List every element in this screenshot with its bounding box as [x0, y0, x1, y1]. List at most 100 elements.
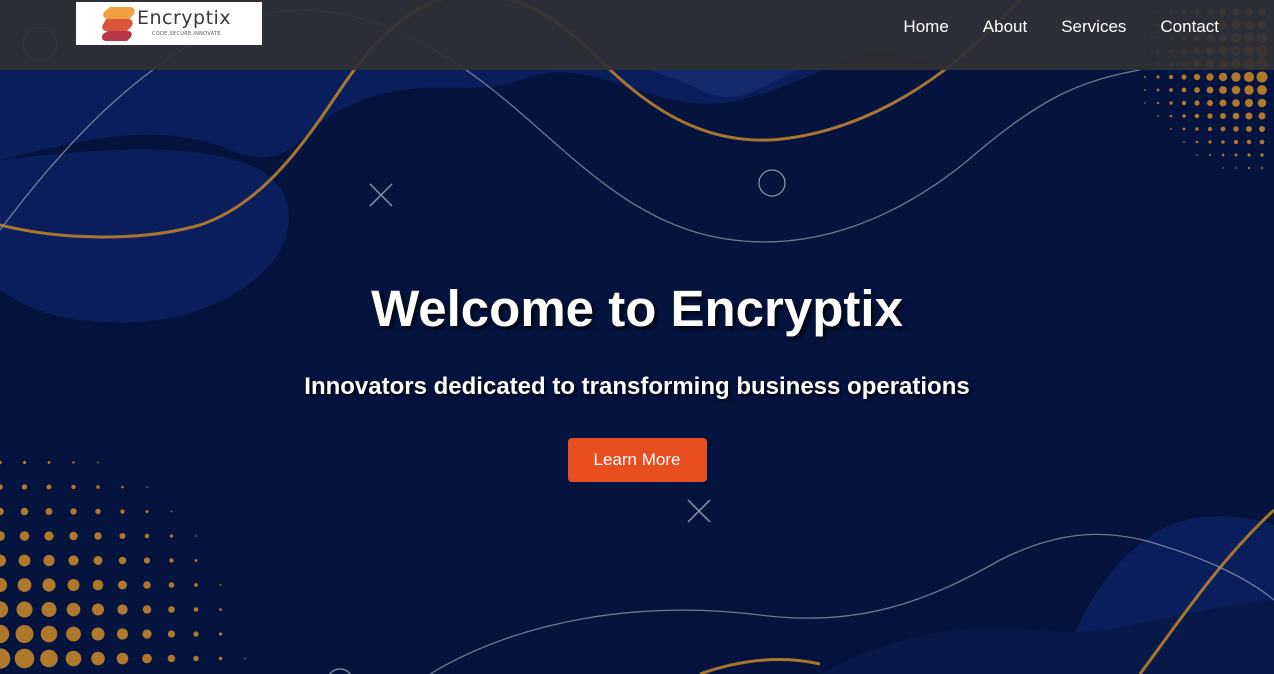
halftone-dot	[193, 607, 199, 612]
halftone-dot	[40, 625, 58, 643]
halftone-dot	[144, 533, 150, 539]
halftone-dot	[69, 531, 78, 541]
halftone-dot	[71, 484, 76, 490]
halftone-dot	[118, 556, 127, 565]
halftone-dot	[1247, 153, 1251, 157]
halftone-dot	[1233, 126, 1239, 132]
halftone-dot	[1232, 112, 1240, 120]
halftone-dot	[1235, 167, 1237, 169]
halftone-dot	[21, 484, 28, 490]
halftone-dot	[1221, 140, 1225, 144]
halftone-dot	[145, 510, 149, 513]
halftone-dot	[40, 649, 58, 668]
halftone-dot	[1169, 101, 1173, 105]
halftone-dot	[95, 508, 101, 515]
halftone-dot	[142, 653, 152, 664]
halftone-dot	[70, 508, 77, 515]
halftone-dot	[1257, 98, 1267, 108]
halftone-dot	[169, 558, 174, 563]
halftone-dot	[1209, 154, 1211, 156]
halftone-dot	[168, 582, 175, 588]
halftone-dot	[119, 533, 126, 539]
navbar: Encryptix CODE.SECURE.INNOVATE Home Abou…	[0, 0, 1274, 70]
halftone-dot	[1234, 153, 1238, 157]
halftone-dot	[41, 602, 57, 617]
halftone-dot	[1218, 72, 1228, 82]
halftone-dot	[1219, 99, 1227, 107]
halftone-dot	[117, 604, 128, 615]
halftone-dot	[1243, 71, 1255, 83]
halftone-dot	[1169, 88, 1173, 92]
halftone-dot	[116, 652, 129, 665]
halftone-dot	[94, 532, 102, 540]
halftone-dot	[1156, 88, 1160, 92]
halftone-dot	[20, 507, 29, 516]
halftone-dot	[193, 631, 199, 637]
halftone-dot	[14, 648, 35, 669]
halftone-dot	[170, 510, 173, 513]
halftone-dot	[15, 625, 34, 643]
halftone-dot	[1168, 74, 1174, 80]
halftone-dot	[42, 578, 56, 592]
halftone-dot	[1207, 126, 1213, 132]
halftone-dot	[1246, 126, 1252, 132]
halftone-dot	[92, 579, 104, 591]
halftone-dot	[1260, 153, 1264, 157]
halftone-dot	[1231, 72, 1241, 82]
halftone-dot	[1261, 167, 1263, 169]
halftone-dot	[1144, 89, 1146, 91]
halftone-dot	[43, 554, 55, 567]
halftone-dot	[66, 602, 81, 617]
halftone-dot	[244, 657, 246, 660]
halftone-dot	[91, 627, 105, 641]
halftone-dot	[65, 650, 82, 667]
halftone-dot	[1182, 114, 1186, 118]
halftone-dot	[91, 651, 105, 666]
brand-tagline: CODE.SECURE.INNOVATE	[152, 31, 221, 37]
halftone-dot	[1244, 85, 1254, 95]
halftone-dot	[1257, 85, 1267, 95]
halftone-dot	[1183, 141, 1185, 143]
halftone-dot	[194, 583, 198, 587]
halftone-dot	[1170, 128, 1172, 130]
halftone-dot	[1256, 71, 1268, 83]
halftone-dot	[1157, 115, 1159, 117]
halftone-dot	[1245, 112, 1253, 120]
halftone-dot	[44, 531, 54, 541]
halftone-dot	[1246, 139, 1252, 145]
nav-link-home[interactable]: Home	[903, 17, 948, 37]
halftone-dot	[1181, 74, 1187, 80]
brand-name: Encryptix	[137, 7, 232, 29]
learn-more-button[interactable]: Learn More	[567, 438, 707, 482]
halftone-dot	[1144, 102, 1146, 104]
hero-title: Welcome to Encryptix	[371, 280, 903, 337]
main-nav: Home About Services Contact	[869, 17, 1219, 37]
halftone-dot	[1222, 167, 1224, 169]
nav-link-contact[interactable]: Contact	[1160, 17, 1219, 37]
halftone-dot	[1169, 114, 1173, 118]
halftone-dot	[1232, 99, 1240, 107]
halftone-dot	[1206, 86, 1214, 94]
nav-link-about[interactable]: About	[983, 17, 1027, 37]
halftone-dot	[168, 606, 175, 613]
halftone-dot	[1233, 139, 1239, 145]
halftone-dot	[194, 559, 198, 562]
halftone-dot	[118, 580, 127, 590]
halftone-dot	[116, 628, 129, 640]
halftone-dot	[1181, 87, 1187, 93]
halftone-dot	[195, 535, 197, 537]
nav-link-services[interactable]: Services	[1061, 17, 1126, 37]
halftone-dot	[16, 601, 33, 618]
halftone-dot	[1208, 140, 1212, 144]
halftone-dot	[93, 556, 103, 565]
halftone-dot	[1206, 73, 1214, 81]
halftone-dot	[18, 554, 31, 567]
halftone-dot	[1207, 113, 1213, 119]
halftone-dot	[1259, 126, 1265, 132]
halftone-dot	[1258, 112, 1266, 120]
halftone-dot	[19, 531, 30, 541]
halftone-dot	[1194, 113, 1200, 119]
halftone-dot	[1220, 126, 1226, 132]
halftone-dot	[1144, 76, 1146, 78]
brand-logo[interactable]: Encryptix CODE.SECURE.INNOVATE	[76, 2, 262, 45]
